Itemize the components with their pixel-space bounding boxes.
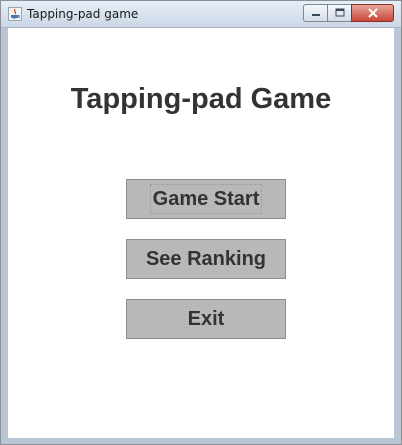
main-panel: Tapping-pad Game Game Start See Ranking …	[8, 28, 394, 438]
maximize-icon	[335, 8, 344, 17]
minimize-button[interactable]	[303, 4, 328, 22]
java-cup-icon	[8, 7, 22, 21]
see-ranking-button[interactable]: See Ranking	[126, 239, 286, 279]
close-icon	[367, 8, 378, 18]
title-bar[interactable]: Tapping-pad game	[1, 1, 401, 28]
exit-label: Exit	[187, 307, 225, 330]
close-button[interactable]	[351, 4, 394, 22]
exit-button[interactable]: Exit	[126, 299, 286, 339]
app-window: Tapping-pad game Tapping-pad Game Game S…	[0, 0, 402, 445]
maximize-button[interactable]	[327, 4, 352, 22]
window-controls	[303, 4, 394, 22]
minimize-icon	[311, 14, 320, 16]
game-start-button[interactable]: Game Start	[126, 179, 286, 219]
game-title: Tapping-pad Game	[70, 83, 332, 115]
game-start-label: Game Start	[149, 184, 263, 214]
see-ranking-label: See Ranking	[145, 247, 267, 270]
window-title: Tapping-pad game	[27, 7, 139, 21]
